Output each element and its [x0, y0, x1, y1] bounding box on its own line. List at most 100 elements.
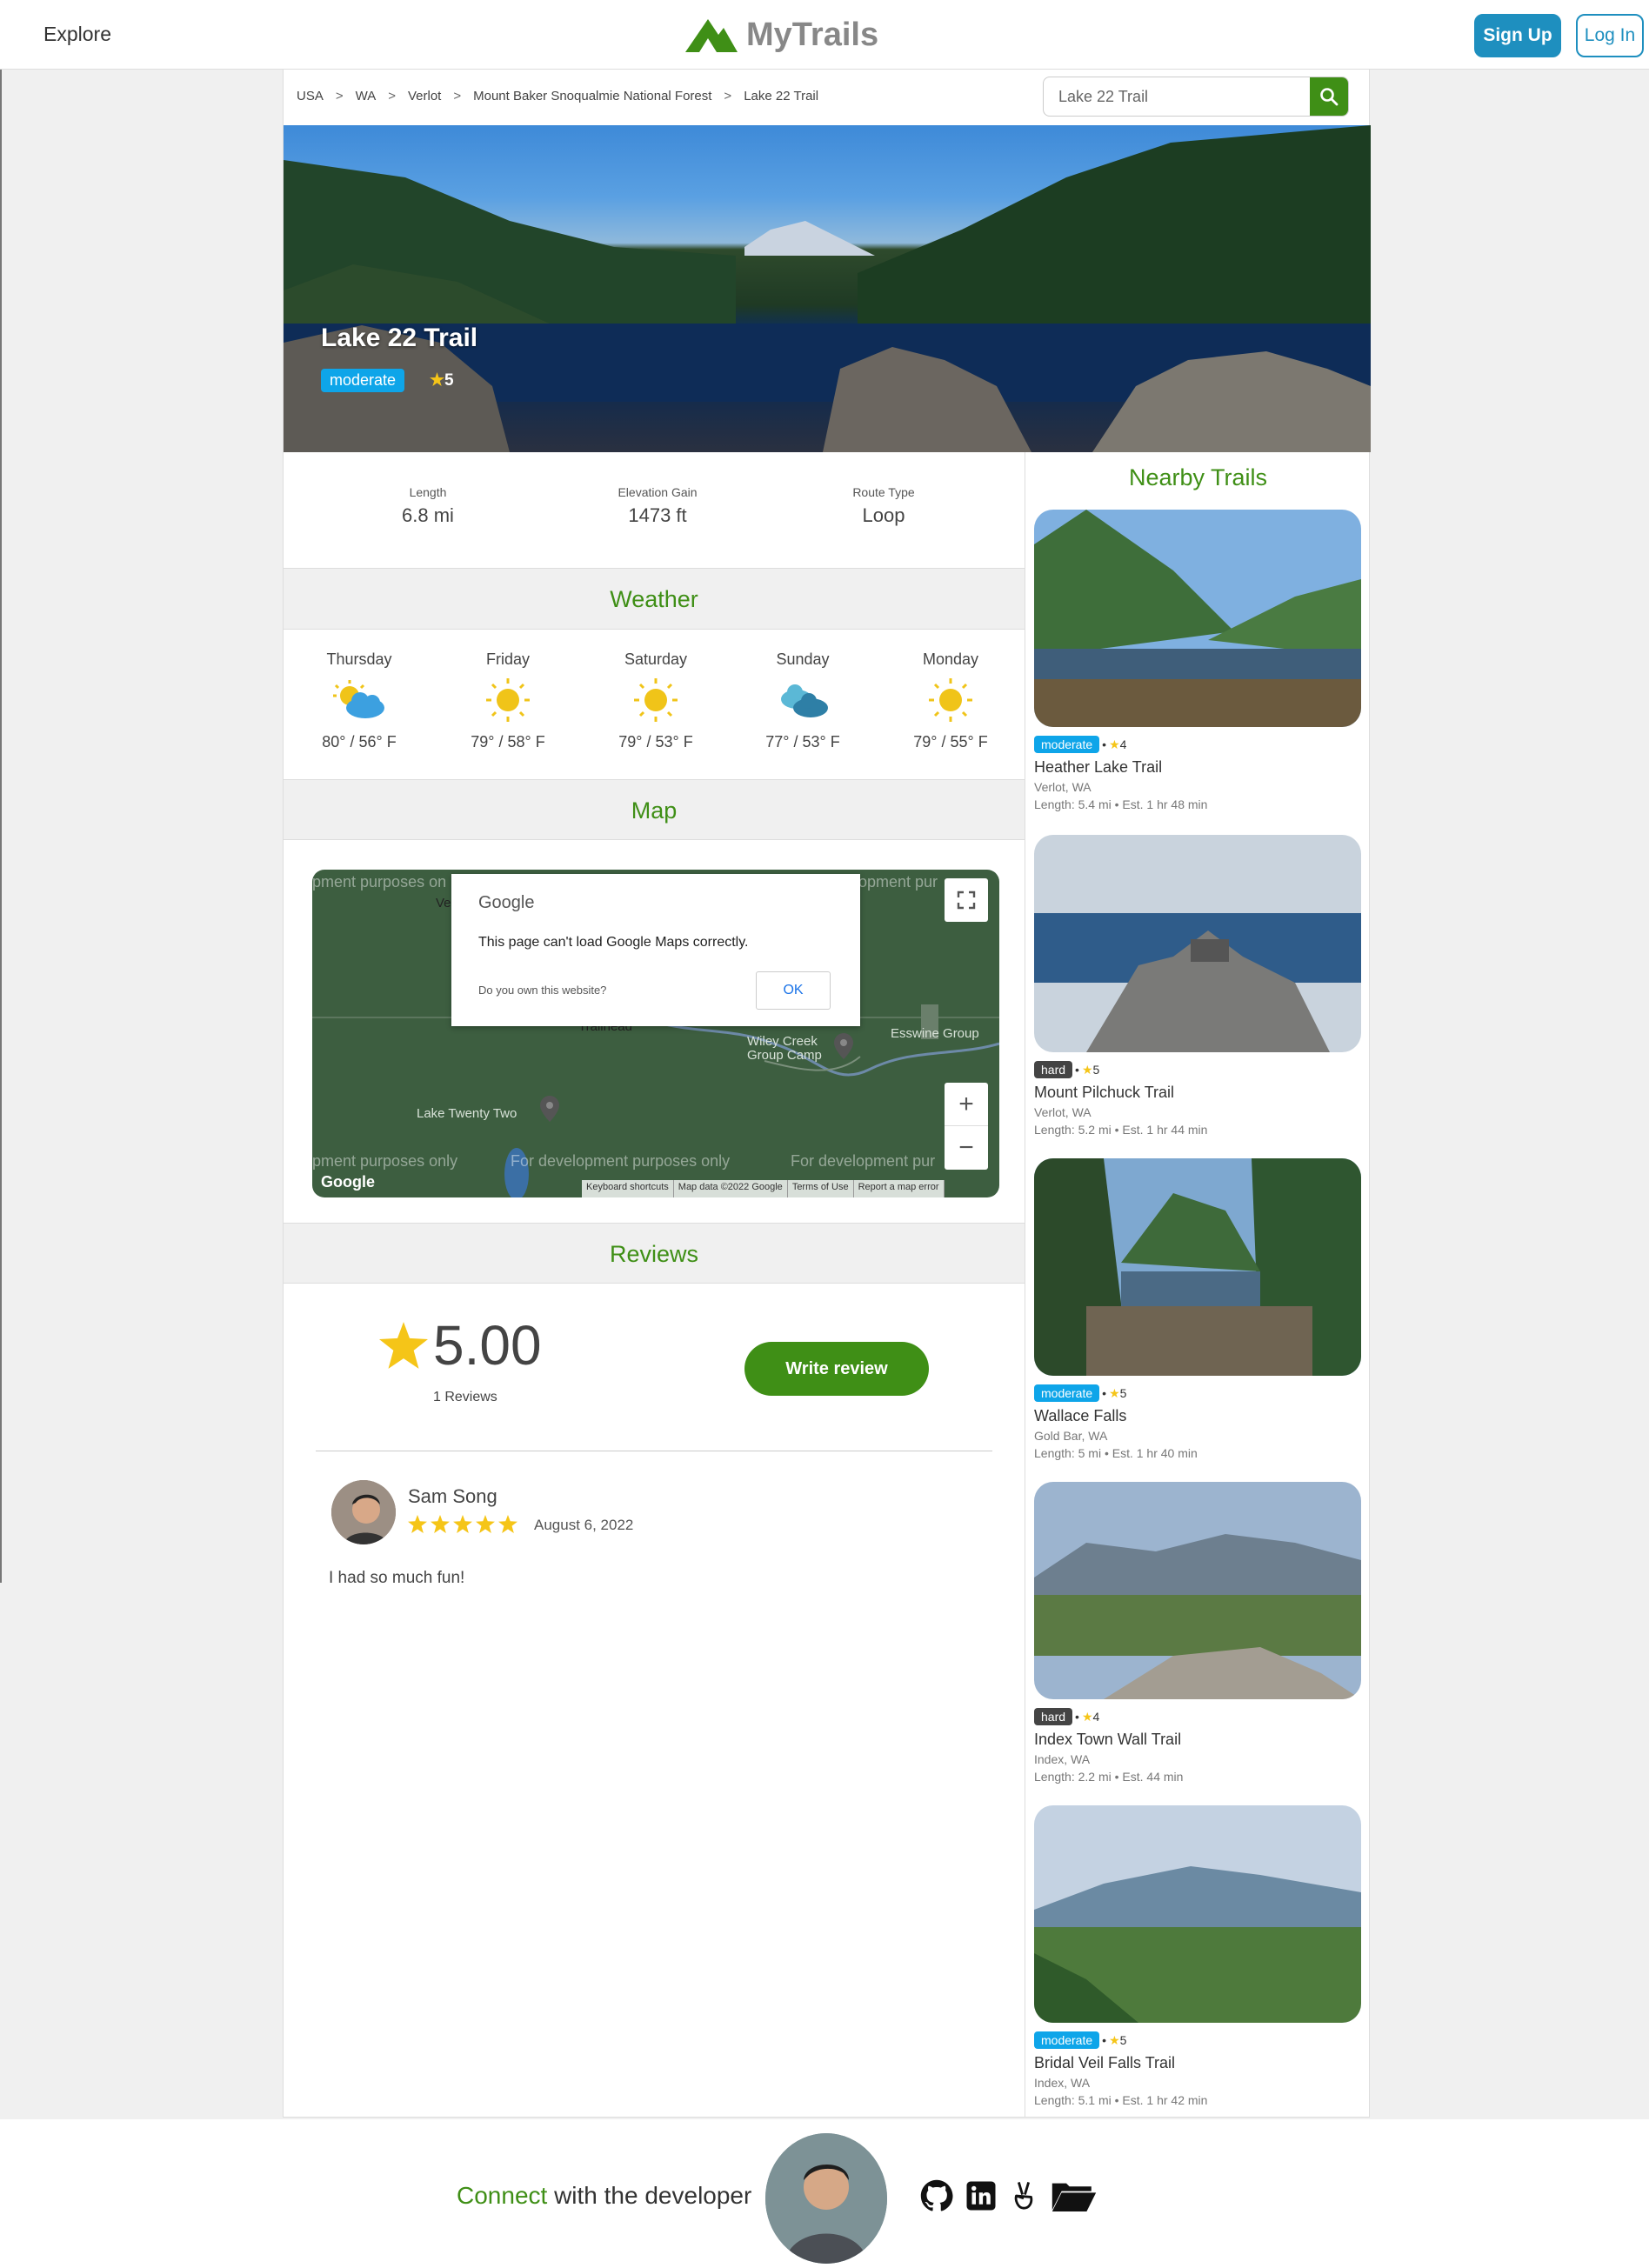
- angellist-icon[interactable]: [1009, 2179, 1038, 2212]
- map-pin-icon[interactable]: [540, 1096, 559, 1122]
- card-title[interactable]: Wallace Falls: [1034, 1407, 1361, 1425]
- card-meta: moderate • ★ 4: [1034, 736, 1361, 753]
- star-icon: [498, 1515, 517, 1533]
- review-date: August 6, 2022: [534, 1517, 634, 1533]
- card-length: Length: 5 mi • Est. 1 hr 40 min: [1034, 1446, 1198, 1460]
- weather-forecast: Thursday 80° / 56° F Friday 79° / 58° F …: [284, 650, 1025, 777]
- card-rating: 5: [1092, 1063, 1100, 1077]
- weather-day: Sunday 77° / 53° F: [738, 650, 868, 751]
- breadcrumb-wa[interactable]: WA: [356, 89, 377, 103]
- maps-error-dialog: Google This page can't load Google Maps …: [451, 874, 860, 1026]
- map-heading: Map: [284, 779, 1025, 840]
- trail-photo[interactable]: [1034, 835, 1361, 1052]
- card-meta: moderate • ★ 5: [1034, 2031, 1361, 2049]
- nearby-trail-card[interactable]: moderate • ★ 5 Wallace Falls Gold Bar, WA …: [1034, 1158, 1361, 1460]
- rating-value: 5: [444, 371, 454, 390]
- nearby-trail-card[interactable]: moderate • ★ 4 Heather Lake Trail Verlot, …: [1034, 510, 1361, 811]
- reviews-heading: Reviews: [284, 1223, 1025, 1284]
- search-icon: [1320, 88, 1339, 106]
- cloudy-icon: [738, 674, 868, 726]
- difficulty-badge: moderate: [1034, 736, 1100, 753]
- keyboard-shortcuts-link[interactable]: Keyboard shortcuts: [582, 1180, 674, 1197]
- weather-day: Thursday 80° / 56° F: [294, 650, 424, 751]
- nearby-trail-card[interactable]: moderate • ★ 5 Bridal Veil Falls Trail Ind…: [1034, 1805, 1361, 2107]
- breadcrumb-verlot[interactable]: Verlot: [408, 89, 441, 103]
- own-website-question: Do you own this website?: [478, 984, 607, 997]
- day-temps: 79° / 58° F: [471, 733, 545, 750]
- avatar: [331, 1480, 396, 1544]
- search-input[interactable]: [1044, 77, 1334, 116]
- logo[interactable]: MyTrails: [684, 10, 878, 59]
- stat-value: Loop: [862, 504, 905, 526]
- trail-photo[interactable]: [1034, 1158, 1361, 1376]
- top-navbar: Explore MyTrails Sign Up Log In: [0, 0, 1649, 70]
- folder-icon[interactable]: [1051, 2178, 1098, 2213]
- card-location: Index, WA: [1034, 2076, 1091, 2090]
- breadcrumb-forest[interactable]: Mount Baker Snoqualmie National Forest: [473, 89, 711, 103]
- stat-elevation: Elevation Gain 1473 ft: [571, 485, 744, 527]
- search-button[interactable]: [1310, 77, 1348, 116]
- map-pin-icon[interactable]: [834, 1033, 853, 1059]
- card-title[interactable]: Heather Lake Trail: [1034, 758, 1361, 777]
- star-icon: ★: [1109, 1385, 1120, 1400]
- log-in-button[interactable]: Log In: [1576, 14, 1644, 57]
- nearby-trail-card[interactable]: hard • ★ 5 Mount Pilchuck Trail Verlot, WA…: [1034, 835, 1361, 1137]
- average-value: 5.00: [433, 1314, 542, 1377]
- card-length: Length: 5.1 mi • Est. 1 hr 42 min: [1034, 2093, 1208, 2107]
- day-name: Sunday: [776, 650, 830, 668]
- difficulty-badge: hard: [1034, 1708, 1073, 1725]
- card-title[interactable]: Mount Pilchuck Trail: [1034, 1084, 1361, 1102]
- trail-photo[interactable]: [1034, 1805, 1361, 2023]
- map-label: Lake Twenty Two: [417, 1106, 517, 1121]
- nearby-trail-card[interactable]: hard • ★ 4 Index Town Wall Trail Index, WA…: [1034, 1482, 1361, 1784]
- breadcrumb-current[interactable]: Lake 22 Trail: [744, 89, 818, 103]
- star-icon: [431, 1515, 450, 1533]
- difficulty-badge: moderate: [1034, 1384, 1100, 1402]
- stat-value: 6.8 mi: [402, 504, 454, 526]
- ok-button[interactable]: OK: [756, 971, 831, 1010]
- difficulty-badge: moderate: [321, 369, 405, 392]
- review-stars: [408, 1515, 517, 1533]
- star-icon: ★: [430, 371, 445, 390]
- stat-value: 1473 ft: [628, 504, 687, 526]
- day-temps: 77° / 53° F: [765, 733, 840, 750]
- stat-label: Elevation Gain: [618, 485, 698, 499]
- terms-link[interactable]: Terms of Use: [787, 1180, 854, 1197]
- google-wordmark: Google: [478, 893, 535, 912]
- zoom-out-button[interactable]: −: [945, 1126, 988, 1170]
- lake-scene-image: [284, 125, 1371, 452]
- card-title[interactable]: Index Town Wall Trail: [1034, 1731, 1361, 1749]
- card-location: Verlot, WA: [1034, 1105, 1092, 1119]
- trail-photo[interactable]: [1034, 1482, 1361, 1699]
- review-text: I had so much fun!: [329, 1569, 465, 1587]
- sign-up-button[interactable]: Sign Up: [1474, 14, 1561, 57]
- google-logo: Google: [321, 1173, 375, 1191]
- explore-link[interactable]: Explore: [43, 23, 111, 46]
- trail-photo[interactable]: [1034, 510, 1361, 727]
- card-rating: 4: [1119, 737, 1127, 751]
- fullscreen-icon: [957, 891, 976, 910]
- card-rating: 5: [1119, 1386, 1127, 1400]
- mountain-logo-icon: [685, 19, 738, 52]
- card-length: Length: 2.2 mi • Est. 44 min: [1034, 1770, 1184, 1784]
- day-name: Friday: [485, 650, 530, 668]
- weather-heading: Weather: [284, 569, 1025, 630]
- trail-page-container: USA > WA > Verlot > Mount Baker Snoqualmie …: [283, 70, 1371, 2118]
- connect-rest: with the developer: [547, 2182, 752, 2209]
- write-review-button[interactable]: Write review: [744, 1342, 929, 1396]
- github-icon[interactable]: [920, 2179, 953, 2212]
- breadcrumb-usa[interactable]: USA: [297, 89, 324, 103]
- dev-watermark: For development purposes only: [511, 1152, 731, 1170]
- zoom-in-button[interactable]: +: [945, 1083, 988, 1126]
- fullscreen-button[interactable]: [945, 878, 988, 922]
- card-title[interactable]: Bridal Veil Falls Trail: [1034, 2054, 1361, 2072]
- google-map[interactable]: pment purposes on opment pur pment purpo…: [312, 870, 999, 1197]
- trail-rating: ★5: [430, 370, 454, 390]
- report-error-link[interactable]: Report a map error: [853, 1180, 945, 1197]
- difficulty-badge: hard: [1034, 1061, 1073, 1078]
- trail-stats: Length 6.8 mi Elevation Gain 1473 ft Rou…: [284, 452, 1025, 569]
- nearby-trails-sidebar: Nearby Trails moderate • ★ 4 Heather Lake …: [1025, 452, 1370, 2117]
- search-box: [1043, 77, 1349, 117]
- linkedin-icon[interactable]: [965, 2180, 997, 2211]
- breadcrumb: USA > WA > Verlot > Mount Baker Snoqualmie …: [297, 89, 819, 103]
